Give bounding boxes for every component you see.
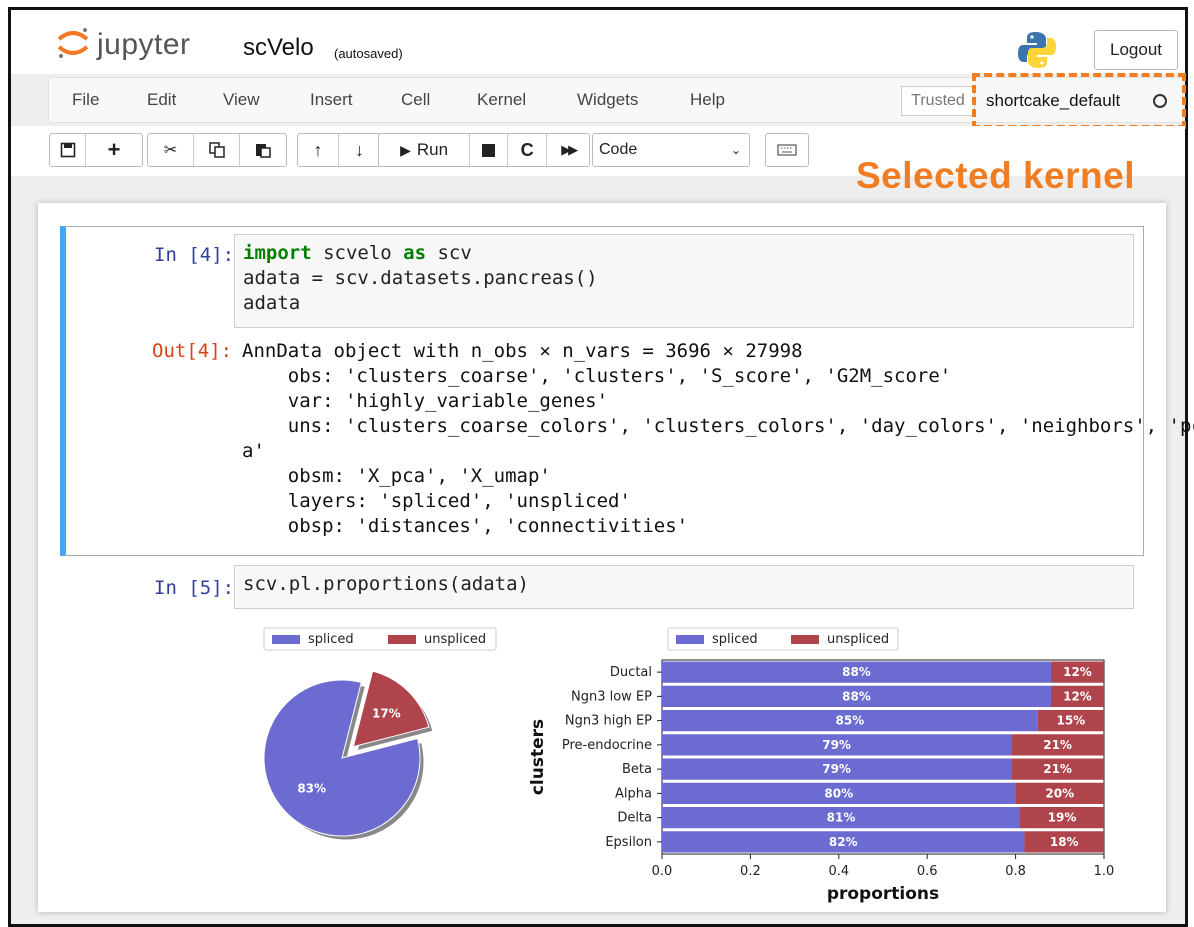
bar-legend-swatch [791, 635, 819, 644]
bar-value-label: 81% [827, 811, 856, 825]
bar-legend-swatch [676, 635, 704, 644]
bar-value-label: 12% [1063, 689, 1092, 703]
bar-legend-label: spliced [712, 632, 758, 647]
bar-value-label: 80% [824, 786, 853, 800]
bar-value-label: 19% [1048, 811, 1077, 825]
bar-value-label: 12% [1063, 665, 1092, 679]
y-tick-label: Ngn3 low EP [571, 689, 652, 704]
pie-legend-label: unspliced [424, 632, 486, 647]
bar-legend-label: unspliced [827, 632, 889, 647]
y-tick-label: Delta [617, 811, 652, 826]
pie-legend-label: spliced [308, 632, 354, 647]
y-tick-label: Beta [622, 762, 652, 777]
y-tick-label: Pre-endocrine [562, 738, 652, 753]
x-tick-label: 0.2 [740, 864, 761, 879]
bar-value-label: 88% [842, 689, 871, 703]
bar-value-label: 21% [1043, 738, 1072, 752]
x-axis-label: proportions [827, 884, 939, 904]
pie-value-label: 83% [297, 781, 326, 795]
pie-value-label: 17% [372, 707, 401, 721]
x-tick-label: 0.8 [1005, 864, 1026, 879]
bar-value-label: 20% [1045, 786, 1074, 800]
pie-legend-swatch [388, 635, 416, 644]
pie-legend-swatch [272, 635, 300, 644]
bar-value-label: 15% [1056, 714, 1085, 728]
y-tick-label: Epsilon [605, 835, 652, 850]
bar-value-label: 88% [842, 665, 871, 679]
x-tick-label: 1.0 [1094, 864, 1115, 879]
bar-value-label: 85% [835, 714, 864, 728]
y-tick-label: Ngn3 high EP [565, 714, 652, 729]
bar-value-label: 79% [822, 738, 851, 752]
x-tick-label: 0.0 [652, 864, 673, 879]
bar-value-label: 79% [822, 762, 851, 776]
bar-value-label: 82% [829, 835, 858, 849]
bar-value-label: 21% [1043, 762, 1072, 776]
proportions-figure: spliced unspliced 83% 17% spliced unspliced 88… [263, 627, 1115, 904]
bar-value-label: 18% [1050, 835, 1079, 849]
y-tick-label: Alpha [615, 786, 652, 801]
y-tick-label: Ductal [610, 665, 652, 680]
x-tick-label: 0.4 [828, 864, 849, 879]
y-axis-label: clusters [528, 719, 548, 795]
x-tick-label: 0.6 [917, 864, 938, 879]
